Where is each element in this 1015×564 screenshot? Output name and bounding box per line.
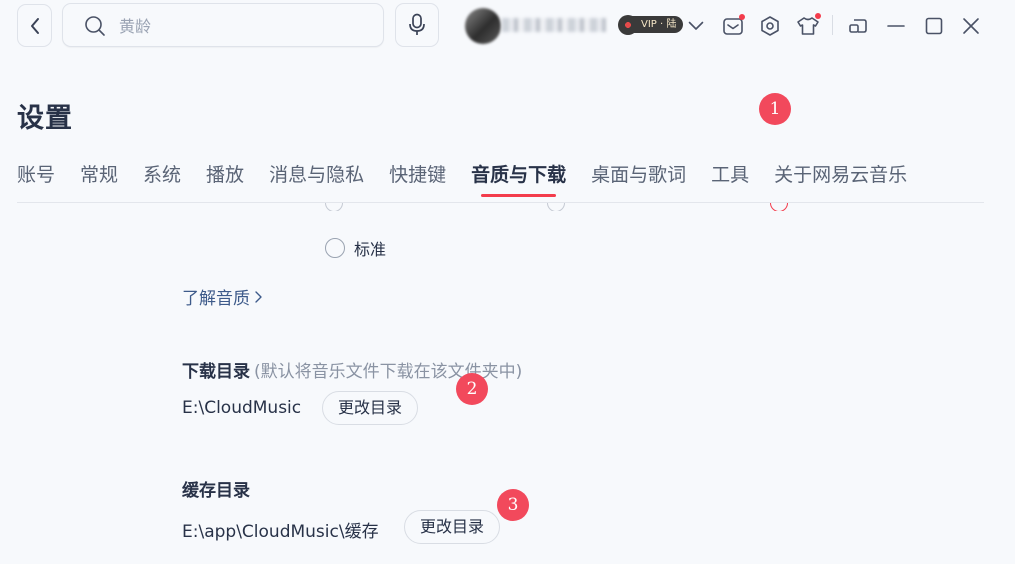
close-button[interactable] [960,15,982,37]
tab-about[interactable]: 关于网易云音乐 [774,160,907,190]
mini-mode-icon [849,19,867,33]
page-title: 设置 [17,103,73,134]
radio-button[interactable] [325,238,345,258]
tab-shortcuts[interactable]: 快捷键 [389,160,446,190]
search-input[interactable] [119,13,369,39]
vinyl-disc-icon [618,14,638,35]
skin-notification-dot [815,13,821,19]
radio-label: 标准 [354,240,387,259]
cache-dir-title: 缓存目录 [182,481,250,501]
tab-account[interactable]: 账号 [17,160,55,190]
avatar[interactable] [465,8,501,44]
account-dropdown-button[interactable] [686,16,706,36]
toolbar-divider [832,15,833,35]
settings-tabs: 账号 常规 系统 播放 消息与隐私 快捷键 音质与下载 桌面与歌词 工具 关于网… [17,160,932,197]
message-notification-dot [739,14,745,20]
skin-button[interactable] [795,13,821,38]
tab-system[interactable]: 系统 [143,160,181,190]
clipped-quality-row [0,203,1015,211]
maximize-icon [925,17,943,35]
settings-button[interactable] [758,14,782,38]
step-marker-3: 3 [497,489,529,521]
chevron-down-icon [688,21,704,30]
radio-button[interactable] [325,203,343,211]
messages-button[interactable] [721,14,745,38]
settings-hexagon-icon [761,16,779,36]
tab-playback[interactable]: 播放 [206,160,244,190]
back-button[interactable] [17,4,52,47]
chevron-right-icon [255,290,262,303]
mini-mode-button[interactable] [847,15,869,37]
download-dir-title: 下载目录 [182,362,250,382]
minimize-button[interactable] [885,15,907,37]
quality-option-standard[interactable]: 标准 [325,236,386,260]
vip-badge[interactable]: VIP · 陆 [618,14,684,35]
download-dir-path: E:\CloudMusic [182,398,302,418]
title-bar: VIP · 陆 [0,0,1015,52]
radio-button-selected[interactable] [770,203,788,211]
change-cache-dir-button[interactable]: 更改目录 [404,510,501,544]
learn-quality-link[interactable]: 了解音质 [182,284,263,309]
username-blurred[interactable] [502,18,606,32]
radio-button[interactable] [547,203,565,211]
tab-tools[interactable]: 工具 [711,160,749,190]
cache-dir-heading: 缓存目录 [182,476,250,501]
vip-label: VIP · 陆 [630,16,684,33]
voice-search-button[interactable] [395,3,439,47]
tab-messages-privacy[interactable]: 消息与隐私 [269,160,364,190]
tab-desktop-lyrics[interactable]: 桌面与歌词 [591,160,686,190]
minimize-icon [887,25,905,27]
search-box[interactable] [62,3,384,47]
search-icon [85,16,105,36]
tab-general[interactable]: 常规 [80,160,118,190]
step-marker-1: 1 [759,93,791,125]
tab-quality-download[interactable]: 音质与下载 [471,160,566,197]
learn-quality-label: 了解音质 [182,289,250,309]
maximize-button[interactable] [923,15,945,37]
microphone-icon [409,13,425,35]
change-download-dir-button[interactable]: 更改目录 [322,391,419,425]
close-icon [963,18,979,34]
skin-shirt-icon [797,17,819,35]
cache-dir-path: E:\app\CloudMusic\缓存 [182,522,379,542]
step-marker-2: 2 [456,373,488,405]
chevron-left-icon [30,17,39,34]
